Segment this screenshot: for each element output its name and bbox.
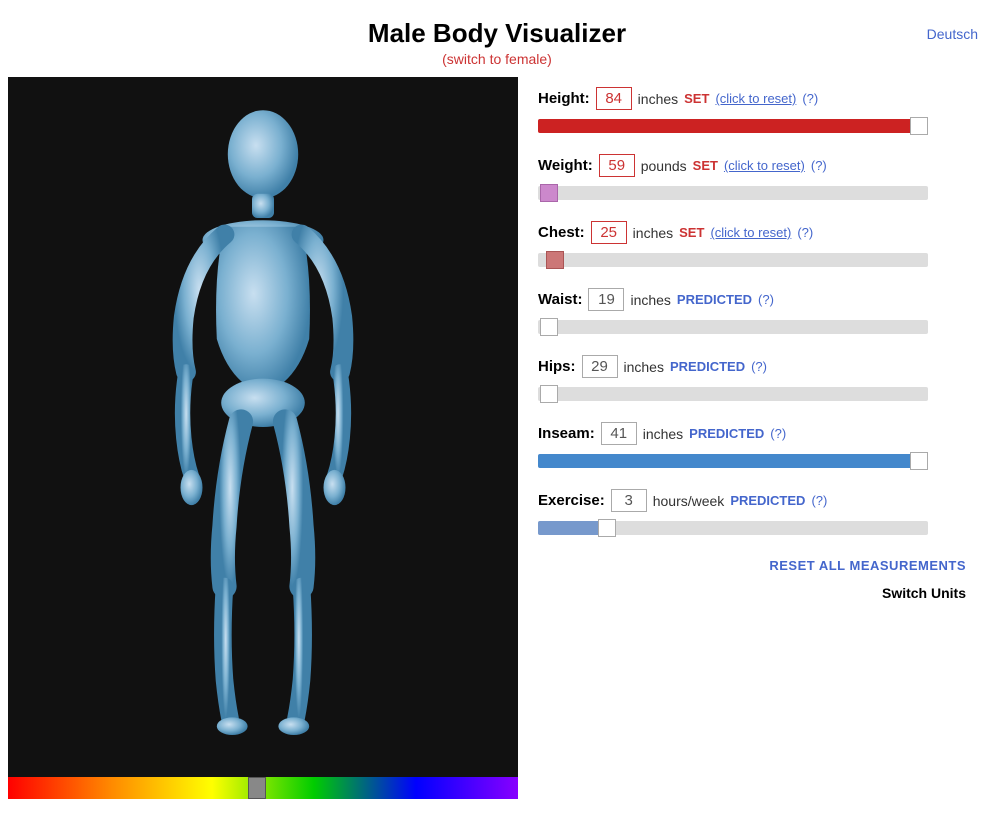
chest-value[interactable]: 25	[591, 221, 627, 244]
hips-thumb[interactable]	[540, 385, 558, 403]
waist-thumb[interactable]	[540, 318, 558, 336]
height-label-row: Height: 84 inches SET (click to reset) (…	[538, 87, 966, 110]
hips-label: Hips:	[538, 358, 576, 375]
waist-unit: inches	[630, 292, 670, 308]
color-bar[interactable]	[8, 777, 518, 799]
exercise-thumb[interactable]	[598, 519, 616, 537]
exercise-track[interactable]	[538, 521, 928, 535]
switch-to-female-link[interactable]: (switch to female)	[442, 51, 552, 67]
hips-help[interactable]: (?)	[751, 359, 767, 374]
waist-label: Waist:	[538, 291, 582, 308]
waist-value[interactable]: 19	[588, 288, 624, 311]
height-value[interactable]: 84	[596, 87, 632, 110]
page-header: Male Body Visualizer (switch to female)	[0, 18, 994, 67]
body-figure	[113, 97, 413, 757]
exercise-slider[interactable]	[538, 518, 966, 538]
weight-label: Weight:	[538, 157, 593, 174]
inseam-label-row: Inseam: 41 inches PREDICTED (?)	[538, 422, 966, 445]
inseam-thumb[interactable]	[910, 452, 928, 470]
weight-row: Weight: 59 pounds SET (click to reset) (…	[538, 154, 966, 203]
hips-label-row: Hips: 29 inches PREDICTED (?)	[538, 355, 966, 378]
chest-label-row: Chest: 25 inches SET (click to reset) (?…	[538, 221, 966, 244]
page-title: Male Body Visualizer	[0, 18, 994, 49]
exercise-label-row: Exercise: 3 hours/week PREDICTED (?)	[538, 489, 966, 512]
reset-all-button[interactable]: RESET ALL MEASUREMENTS	[538, 558, 966, 573]
waist-status: PREDICTED	[677, 292, 752, 307]
controls-panel: Height: 84 inches SET (click to reset) (…	[518, 77, 986, 799]
inseam-help[interactable]: (?)	[770, 426, 786, 441]
inseam-row: Inseam: 41 inches PREDICTED (?)	[538, 422, 966, 471]
exercise-value[interactable]: 3	[611, 489, 647, 512]
height-row: Height: 84 inches SET (click to reset) (…	[538, 87, 966, 136]
weight-reset[interactable]: (click to reset)	[724, 158, 805, 173]
main-content: Height: 84 inches SET (click to reset) (…	[0, 77, 994, 799]
inseam-label: Inseam:	[538, 425, 595, 442]
weight-status: SET	[693, 158, 718, 173]
color-bar-thumb[interactable]	[248, 777, 266, 799]
exercise-row: Exercise: 3 hours/week PREDICTED (?)	[538, 489, 966, 538]
height-help[interactable]: (?)	[802, 91, 818, 106]
inseam-track[interactable]	[538, 454, 928, 468]
height-status: SET	[684, 91, 709, 106]
height-unit: inches	[638, 91, 678, 107]
weight-help[interactable]: (?)	[811, 158, 827, 173]
hips-value[interactable]: 29	[582, 355, 618, 378]
chest-status: SET	[679, 225, 704, 240]
chest-help[interactable]: (?)	[797, 225, 813, 240]
lang-link[interactable]: Deutsch	[927, 26, 978, 44]
inseam-unit: inches	[643, 426, 683, 442]
waist-slider[interactable]	[538, 317, 966, 337]
weight-unit: pounds	[641, 158, 687, 174]
waist-track[interactable]	[538, 320, 928, 334]
exercise-status: PREDICTED	[730, 493, 805, 508]
chest-slider[interactable]	[538, 250, 966, 270]
waist-row: Waist: 19 inches PREDICTED (?)	[538, 288, 966, 337]
weight-slider[interactable]	[538, 183, 966, 203]
exercise-help[interactable]: (?)	[811, 493, 827, 508]
hips-status: PREDICTED	[670, 359, 745, 374]
waist-help[interactable]: (?)	[758, 292, 774, 307]
hips-unit: inches	[624, 359, 664, 375]
chest-label: Chest:	[538, 224, 585, 241]
height-slider[interactable]	[538, 116, 966, 136]
weight-thumb[interactable]	[540, 184, 558, 202]
hips-track[interactable]	[538, 387, 928, 401]
model-canvas	[8, 77, 518, 777]
weight-track[interactable]	[538, 186, 928, 200]
weight-value[interactable]: 59	[599, 154, 635, 177]
exercise-unit: hours/week	[653, 493, 725, 509]
chest-unit: inches	[633, 225, 673, 241]
exercise-label: Exercise:	[538, 492, 605, 509]
weight-label-row: Weight: 59 pounds SET (click to reset) (…	[538, 154, 966, 177]
chest-track[interactable]	[538, 253, 928, 267]
inseam-value[interactable]: 41	[601, 422, 637, 445]
bottom-controls: RESET ALL MEASUREMENTS Switch Units	[538, 558, 966, 601]
waist-label-row: Waist: 19 inches PREDICTED (?)	[538, 288, 966, 311]
subtitle[interactable]: (switch to female)	[0, 51, 994, 67]
height-track[interactable]	[538, 119, 928, 133]
deutsch-link[interactable]: Deutsch	[927, 26, 978, 42]
hips-slider[interactable]	[538, 384, 966, 404]
inseam-status: PREDICTED	[689, 426, 764, 441]
height-thumb[interactable]	[910, 117, 928, 135]
switch-units-button[interactable]: Switch Units	[538, 585, 966, 601]
height-reset[interactable]: (click to reset)	[715, 91, 796, 106]
chest-row: Chest: 25 inches SET (click to reset) (?…	[538, 221, 966, 270]
chest-reset[interactable]: (click to reset)	[710, 225, 791, 240]
chest-thumb[interactable]	[546, 251, 564, 269]
model-panel	[8, 77, 518, 799]
hips-row: Hips: 29 inches PREDICTED (?)	[538, 355, 966, 404]
inseam-slider[interactable]	[538, 451, 966, 471]
height-label: Height:	[538, 90, 590, 107]
